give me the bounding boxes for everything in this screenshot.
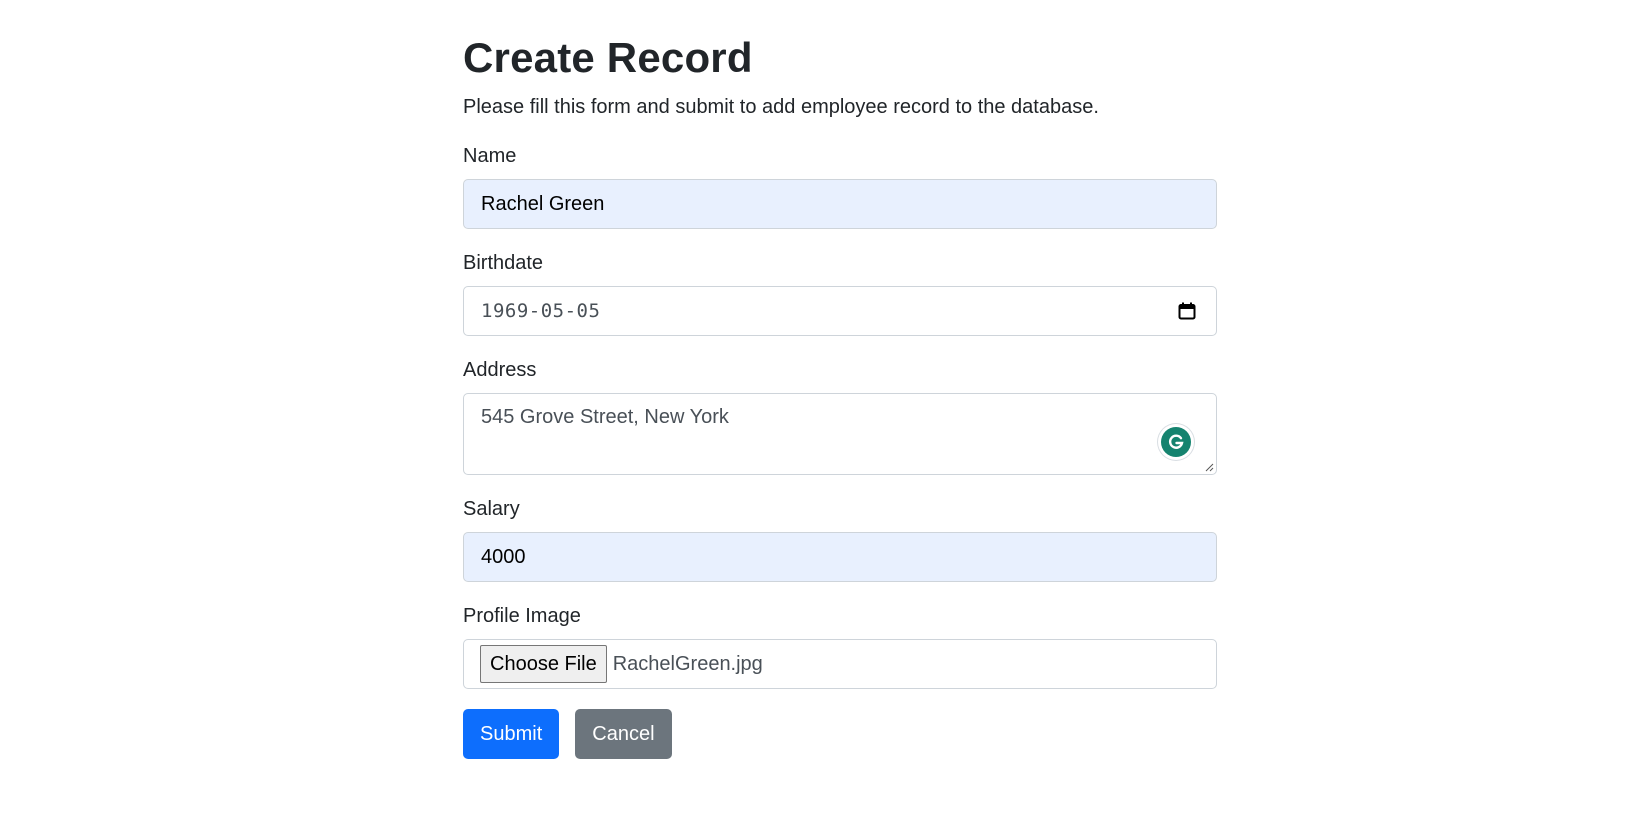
birthdate-label: Birthdate [463, 252, 544, 274]
cancel-button[interactable]: Cancel [575, 709, 672, 759]
profile-image-label: Profile Image [463, 605, 581, 627]
birthdate-input[interactable]: 1969-05-05 [463, 286, 1217, 336]
page-subtitle: Please fill this form and submit to add … [463, 96, 1099, 118]
name-label: Name [463, 145, 517, 167]
selected-file-name: RachelGreen.jpg [612, 652, 763, 675]
create-record-form-container: Create Record Please fill this form and … [463, 30, 1217, 759]
page-title: Create Record [463, 34, 753, 81]
profile-image-group: Profile Image Choose File RachelGreen.jp… [463, 601, 1217, 689]
form-actions: Submit Cancel [463, 709, 1217, 759]
name-group: Name Rachel Green [463, 141, 1217, 229]
address-group: Address 545 Grove Street, New York [463, 355, 1217, 475]
profile-image-file-input[interactable]: Choose File RachelGreen.jpg [463, 639, 1217, 689]
grammarly-icon[interactable] [1158, 424, 1194, 460]
salary-input[interactable]: 4000 [463, 532, 1217, 582]
salary-value: 4000 [481, 545, 526, 568]
address-textarea[interactable]: 545 Grove Street, New York [463, 393, 1217, 475]
name-value: Rachel Green [481, 192, 605, 215]
calendar-icon[interactable] [1178, 302, 1196, 320]
grammarly-icon-inner [1161, 427, 1191, 457]
grammarly-g-glyph [1168, 434, 1184, 449]
name-input[interactable]: Rachel Green [463, 179, 1217, 229]
choose-file-button[interactable]: Choose File [480, 645, 607, 683]
submit-button[interactable]: Submit [463, 709, 560, 759]
resize-handle-icon[interactable] [1204, 462, 1214, 472]
salary-group: Salary 4000 [463, 494, 1217, 582]
birthdate-group: Birthdate 1969-05-05 [463, 248, 1217, 336]
salary-label: Salary [463, 498, 520, 520]
birthdate-value: 1969-05-05 [481, 300, 601, 322]
address-label: Address [463, 359, 537, 381]
address-value: 545 Grove Street, New York [481, 406, 729, 428]
